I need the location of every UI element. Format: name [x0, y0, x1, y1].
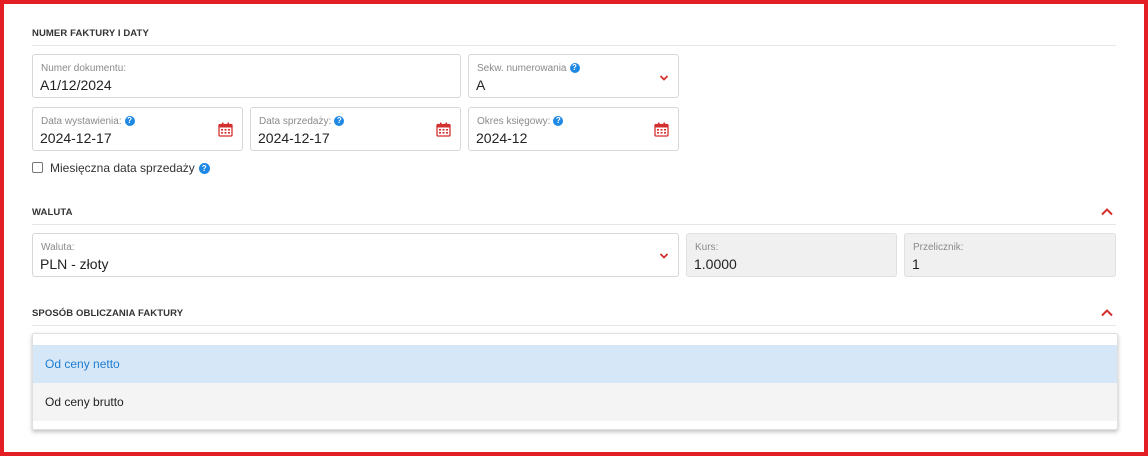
issue-date-value: 2024-12-17 — [40, 130, 112, 146]
sale-date-field[interactable]: Data sprzedaży:? 2024-12-17 — [250, 107, 461, 151]
help-icon[interactable]: ? — [198, 163, 210, 174]
sale-date-value: 2024-12-17 — [258, 130, 330, 146]
numbering-sequence-select[interactable]: Sekw. numerowania? A — [468, 54, 679, 98]
monthly-sale-date-checkbox[interactable] — [32, 162, 43, 173]
calendar-icon[interactable] — [218, 122, 233, 137]
issue-date-field[interactable]: Data wystawienia:? 2024-12-17 — [32, 107, 243, 151]
issue-date-label: Data wystawienia: — [41, 116, 122, 127]
help-icon[interactable]: ? — [334, 116, 345, 126]
currency-value: PLN - złoty — [40, 256, 109, 272]
calendar-icon[interactable] — [436, 122, 451, 137]
converter-label: Przelicznik: — [913, 242, 964, 253]
chevron-up-icon[interactable] — [1100, 205, 1114, 219]
currency-label: Waluta: — [41, 242, 75, 253]
invoice-form-panel: NUMER FAKTURY I DATY Numer dokumentu: A1… — [0, 0, 1148, 456]
accounting-period-field[interactable]: Okres księgowy:? 2024-12 — [468, 107, 679, 151]
option-gross-price[interactable]: Od ceny brutto — [33, 383, 1117, 421]
issue-date-label-wrap: Data wystawienia:? — [41, 116, 135, 127]
calendar-icon[interactable] — [654, 122, 669, 137]
option-net-price[interactable]: Od ceny netto — [33, 345, 1117, 383]
document-number-field[interactable]: Numer dokumentu: A1/12/2024 — [32, 54, 461, 98]
section-title-currency: WALUTA — [32, 207, 73, 218]
section-title-numbering: NUMER FAKTURY I DATY — [32, 28, 149, 39]
accounting-period-label: Okres księgowy: — [477, 116, 551, 127]
section-divider — [32, 325, 1116, 326]
help-icon[interactable]: ? — [124, 116, 135, 126]
accounting-period-value: 2024-12 — [476, 130, 528, 146]
currency-select[interactable]: Waluta: PLN - złoty — [32, 233, 679, 277]
numbering-sequence-value: A — [476, 77, 486, 93]
chevron-down-icon[interactable] — [659, 252, 669, 260]
converter-field: Przelicznik: 1 — [904, 233, 1116, 277]
document-number-value: A1/12/2024 — [40, 77, 112, 93]
document-number-label: Numer dokumentu: — [41, 63, 127, 74]
numbering-sequence-label-wrap: Sekw. numerowania? — [477, 63, 580, 74]
accounting-period-label-wrap: Okres księgowy:? — [477, 116, 564, 127]
chevron-down-icon[interactable] — [659, 74, 669, 82]
section-divider — [32, 45, 1116, 46]
monthly-sale-date-label: Miesięczna data sprzedaży — [50, 161, 195, 175]
calculation-method-dropdown[interactable]: Od ceny netto Od ceny brutto — [32, 333, 1118, 430]
chevron-up-icon[interactable] — [1100, 306, 1114, 320]
rate-label: Kurs: — [695, 242, 719, 253]
section-title-calculation: SPOSÓB OBLICZANIA FAKTURY — [32, 308, 184, 319]
help-icon[interactable]: ? — [569, 63, 580, 73]
sale-date-label-wrap: Data sprzedaży:? — [259, 116, 345, 127]
monthly-sale-date-label-wrap: Miesięczna data sprzedaży? — [50, 161, 210, 175]
section-divider — [32, 224, 1116, 225]
converter-value: 1 — [912, 256, 920, 272]
rate-field: Kurs: 1.0000 — [686, 233, 897, 277]
sale-date-label: Data sprzedaży: — [259, 116, 332, 127]
numbering-sequence-label: Sekw. numerowania — [477, 63, 567, 74]
help-icon[interactable]: ? — [553, 116, 564, 126]
rate-value: 1.0000 — [694, 256, 737, 272]
